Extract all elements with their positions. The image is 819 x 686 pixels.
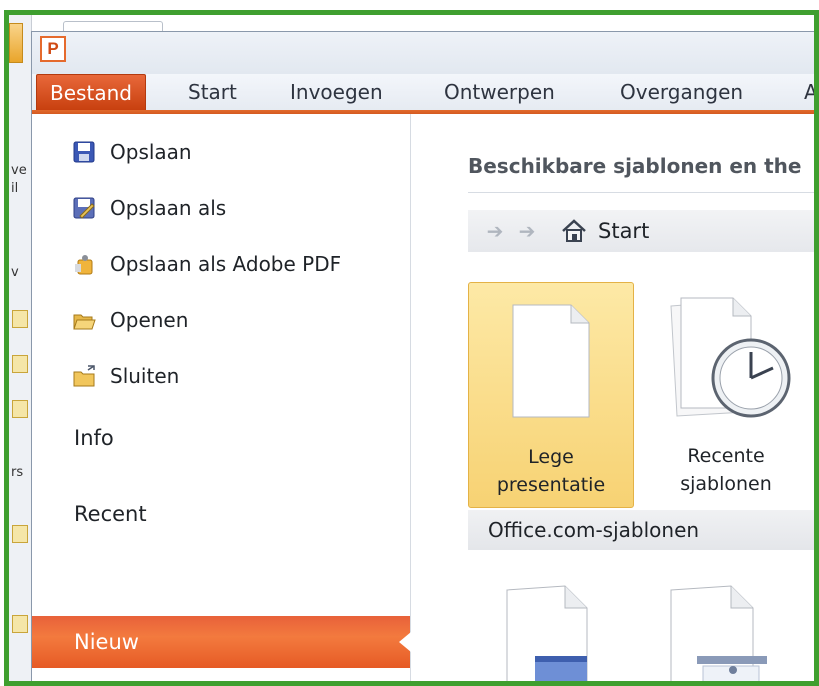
- background-icon: [12, 355, 28, 373]
- nav-nieuw[interactable]: Nieuw: [32, 616, 411, 668]
- ribbon-tabs: Bestand Start Invoegen Ontwerpen Overgan…: [32, 74, 814, 111]
- tab-ontwerpen[interactable]: Ontwerpen: [444, 74, 555, 110]
- template-thumbnail-icon[interactable]: [493, 582, 605, 686]
- command-label: Openen: [110, 308, 189, 332]
- background-text: rs: [11, 465, 24, 480]
- forward-arrow-icon[interactable]: ➔: [514, 218, 540, 244]
- command-label: Opslaan als Adobe PDF: [110, 252, 342, 276]
- tab-bestand[interactable]: Bestand: [36, 74, 146, 110]
- tile-label: Lege presentatie: [469, 443, 633, 499]
- blank-document-icon: [512, 304, 590, 418]
- breadcrumb: ➔ ➔ Start: [468, 210, 814, 252]
- background-icon: [12, 615, 28, 633]
- backstage-nav: Opslaan Opslaan als Opslaan als Adobe PD…: [32, 114, 411, 681]
- back-arrow-icon[interactable]: ➔: [482, 218, 508, 244]
- command-label: Sluiten: [110, 364, 180, 388]
- background-text: ve: [11, 163, 27, 178]
- tile-label-line2: sjablonen: [680, 473, 772, 495]
- tab-overgangen[interactable]: Overgangen: [620, 74, 743, 110]
- screenshot-frame: ve il v rs P Bestand Start Invoegen Ontw…: [4, 10, 819, 686]
- pdf-icon: [72, 252, 96, 276]
- save-as-icon: [72, 196, 96, 220]
- background-icon: [12, 310, 28, 328]
- close-folder-icon: [72, 364, 96, 388]
- background-icon: [12, 525, 28, 543]
- background-text: il: [11, 181, 19, 196]
- command-label: Opslaan: [110, 140, 192, 164]
- tile-label-line1: Lege: [528, 446, 574, 468]
- office-templates-section[interactable]: Office.com-sjablonen: [468, 510, 814, 550]
- home-icon[interactable]: [560, 217, 588, 245]
- tile-label-line1: Recente: [687, 445, 765, 467]
- save-icon: [72, 140, 96, 164]
- command-opslaan-als[interactable]: Opslaan als: [72, 188, 226, 228]
- tile-recent-templates[interactable]: Recente sjablonen: [643, 282, 809, 508]
- tile-label: Recente sjablonen: [643, 442, 809, 498]
- nav-info[interactable]: Info: [32, 412, 410, 464]
- command-sluiten[interactable]: Sluiten: [72, 356, 179, 396]
- command-opslaan[interactable]: Opslaan: [72, 132, 192, 172]
- powerpoint-logo-icon[interactable]: P: [40, 36, 66, 62]
- powerpoint-window: P Bestand Start Invoegen Ontwerpen Overg…: [31, 31, 814, 686]
- new-presentation-pane: Beschikbare sjablonen en the ➔ ➔ Start L…: [411, 114, 814, 686]
- tab-start[interactable]: Start: [188, 74, 237, 110]
- title-divider: [468, 192, 814, 193]
- title-bar: P: [32, 32, 814, 74]
- background-icon: [12, 400, 28, 418]
- open-folder-icon: [72, 308, 96, 332]
- nav-recent[interactable]: Recent: [32, 488, 410, 540]
- tab-invoegen[interactable]: Invoegen: [290, 74, 383, 110]
- recent-templates-icon: [670, 297, 791, 418]
- command-opslaan-als-pdf[interactable]: Opslaan als Adobe PDF: [72, 244, 341, 284]
- background-tab: [9, 23, 23, 63]
- tile-label-line2: presentatie: [496, 474, 606, 496]
- command-openen[interactable]: Openen: [72, 300, 188, 340]
- background-text: v: [11, 265, 19, 280]
- command-label: Opslaan als: [110, 196, 227, 220]
- template-thumbnail-icon[interactable]: [661, 582, 773, 686]
- background-window: ve il v rs: [9, 15, 32, 681]
- tile-blank-presentation[interactable]: Lege presentatie: [468, 282, 634, 508]
- tab-animaties[interactable]: An: [804, 74, 814, 110]
- pane-title: Beschikbare sjablonen en the: [468, 154, 802, 178]
- breadcrumb-label[interactable]: Start: [598, 219, 649, 243]
